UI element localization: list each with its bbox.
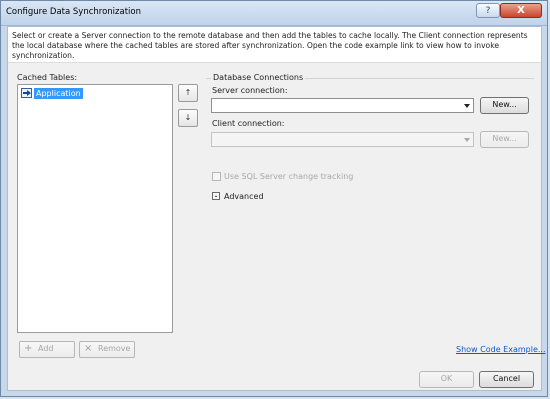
chevron-down-icon (464, 138, 470, 142)
title-bar: Configure Data Synchronization ? X (1, 1, 547, 26)
show-code-example-link[interactable]: Show Code Example... (456, 345, 546, 354)
database-connections-title: Database Connections (211, 73, 306, 82)
remove-button[interactable]: × Remove (79, 341, 135, 358)
window-title: Configure Data Synchronization (6, 7, 141, 17)
server-connection-dropdown[interactable] (211, 98, 474, 113)
list-item[interactable]: Application (21, 87, 83, 99)
cached-tables-label: Cached Tables: (17, 73, 78, 82)
cached-tables-list[interactable]: Application (17, 84, 173, 333)
remove-label: Remove (98, 344, 131, 353)
close-button[interactable]: X (500, 3, 542, 18)
client-connection-dropdown[interactable] (211, 132, 474, 147)
add-label: Add (38, 344, 54, 353)
sql-change-tracking-label: Use SQL Server change tracking (224, 172, 354, 181)
server-connection-label: Server connection: (212, 86, 288, 95)
table-icon (21, 88, 32, 98)
configure-data-sync-window: Configure Data Synchronization ? X Selec… (0, 0, 548, 397)
sql-change-tracking-checkbox[interactable] (212, 172, 221, 181)
client-connection-label: Client connection: (212, 119, 285, 128)
move-up-button[interactable]: ↑ (178, 84, 198, 102)
chevron-down-icon (464, 104, 470, 108)
move-down-button[interactable]: ↓ (178, 109, 198, 127)
remove-icon: × (84, 343, 93, 354)
cancel-button[interactable]: Cancel (479, 371, 534, 388)
client-new-button[interactable]: New... (480, 131, 529, 148)
help-button[interactable]: ? (476, 3, 500, 18)
description-text: Select or create a Server connection to … (12, 31, 528, 60)
list-item-label: Application (34, 87, 83, 99)
description-panel: Select or create a Server connection to … (8, 27, 541, 63)
ok-button[interactable]: OK (419, 371, 474, 388)
dialog-content: Select or create a Server connection to … (7, 26, 546, 391)
add-button[interactable]: + Add (19, 341, 75, 358)
plus-icon: + (24, 343, 33, 354)
advanced-label[interactable]: Advanced (224, 192, 264, 201)
database-connections-group: Database Connections Server connection: … (206, 73, 534, 182)
server-new-button[interactable]: New... (480, 97, 529, 114)
chevron-double-down-icon[interactable]: ⌄ (212, 192, 220, 200)
